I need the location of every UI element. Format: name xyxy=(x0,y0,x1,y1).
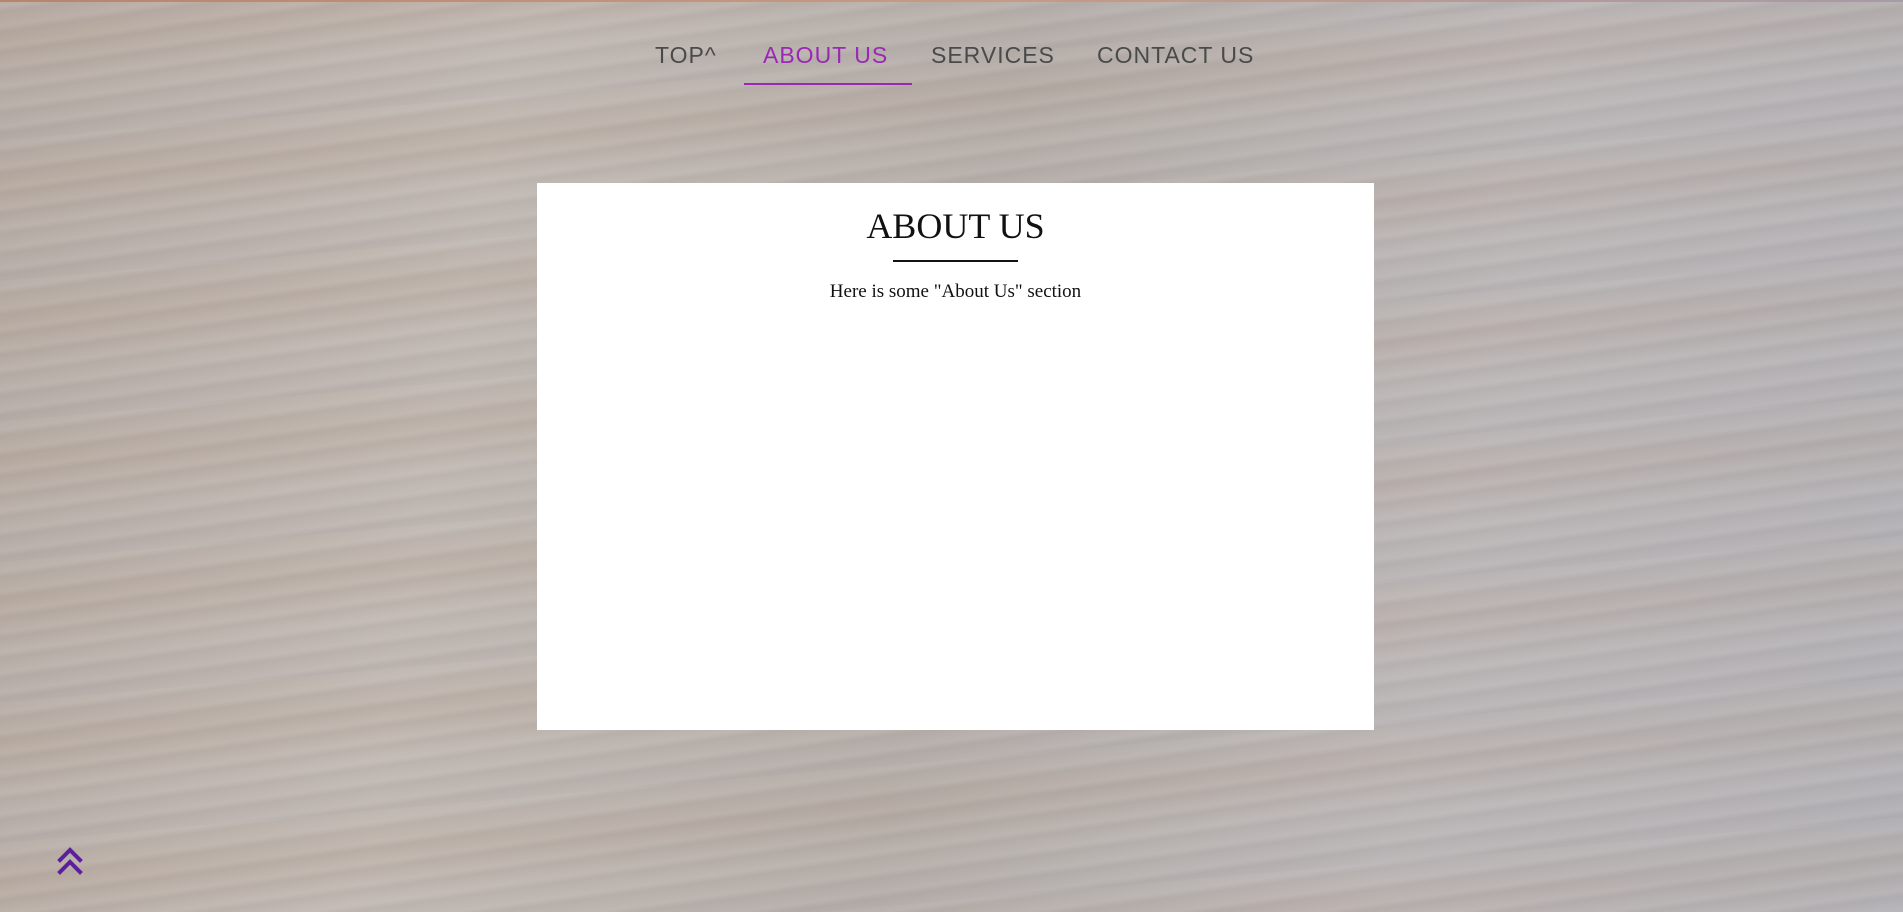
nav-item-contact-us[interactable]: CONTACT US xyxy=(1097,42,1254,69)
section-body-text: Here is some "About Us" section xyxy=(829,281,1082,302)
section-title: ABOUT US xyxy=(866,206,1045,246)
nav-item-top[interactable]: TOP^ xyxy=(655,42,717,69)
nav-item-about-us[interactable]: ABOUT US xyxy=(763,42,888,69)
scroll-to-top-button[interactable] xyxy=(56,846,84,876)
double-chevron-up-icon xyxy=(57,847,83,875)
title-divider xyxy=(893,260,1018,262)
main-navigation: TOP^ ABOUT US SERVICES CONTACT US xyxy=(0,0,1903,90)
active-nav-underline xyxy=(744,83,912,85)
about-us-section: ABOUT US Here is some "About Us" section xyxy=(537,183,1374,730)
nav-item-services[interactable]: SERVICES xyxy=(931,42,1055,69)
